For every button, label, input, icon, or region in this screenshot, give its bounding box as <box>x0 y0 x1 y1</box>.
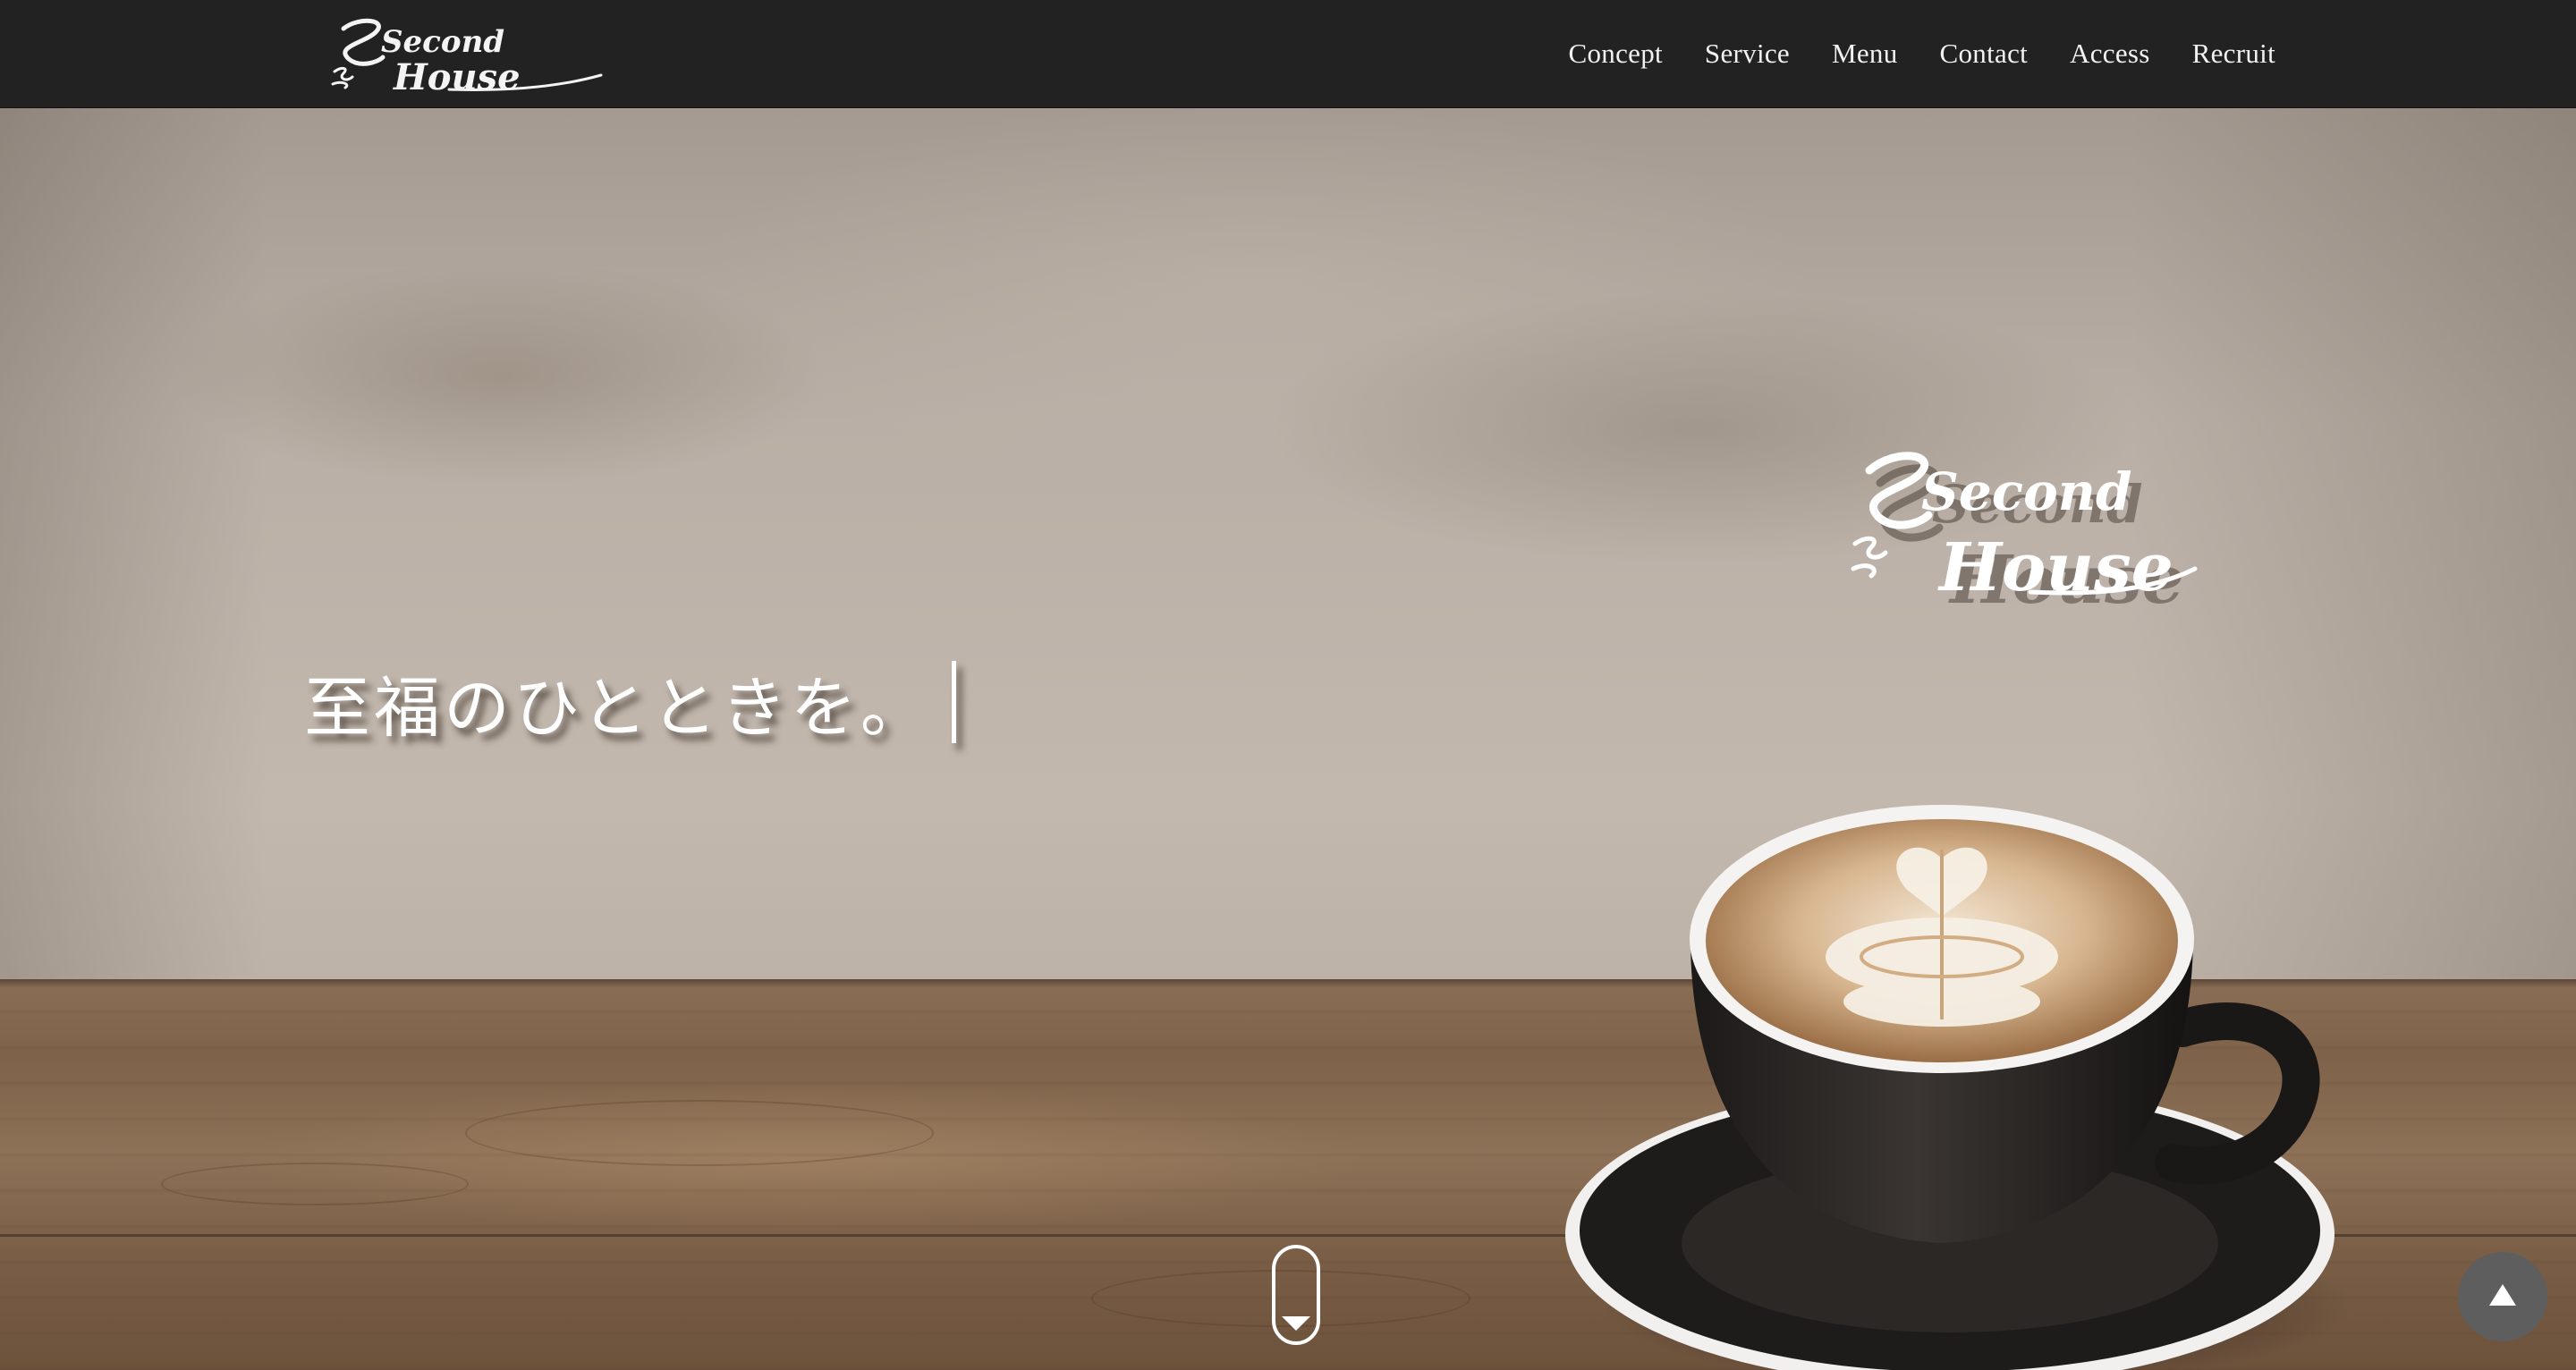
nav-service[interactable]: Service <box>1705 38 1790 70</box>
second-house-hero-logo-icon: Second House Second House <box>1851 452 2198 619</box>
wood-grain <box>465 1100 934 1166</box>
nav-recruit[interactable]: Recruit <box>2192 38 2275 70</box>
wood-grain <box>161 1163 469 1205</box>
hero-logo-word-second: Second <box>1921 461 2132 522</box>
chevron-down-icon <box>1282 1316 1310 1331</box>
second-house-logo-icon: Second House <box>331 18 603 95</box>
nav-contact[interactable]: Contact <box>1940 38 2029 70</box>
typing-caret <box>951 661 956 743</box>
header-logo[interactable]: Second House <box>324 13 610 95</box>
hero-wall-shadow <box>0 107 268 984</box>
hero-section: 至福のひとときを。 Second House Second House <box>0 107 2576 1370</box>
main-nav: Concept Service Menu Contact Access Recr… <box>1527 0 2276 107</box>
logo-word-second: Second <box>381 24 504 60</box>
arrow-up-icon <box>2489 1284 2516 1306</box>
back-to-top-button[interactable] <box>2458 1252 2547 1341</box>
hero-tagline: 至福のひとときを。 <box>304 655 956 750</box>
coffee-cup-image <box>1556 733 2361 1370</box>
hero-tagline-text: 至福のひとときを。 <box>304 670 930 747</box>
nav-access[interactable]: Access <box>2070 38 2150 70</box>
scroll-down-button[interactable] <box>1272 1245 1320 1345</box>
page: Second House Concept Service Menu Contac… <box>0 0 2576 1370</box>
nav-menu[interactable]: Menu <box>1832 38 1898 70</box>
site-header: Second House Concept Service Menu Contac… <box>0 0 2576 108</box>
hero-logo: Second House Second House <box>1834 438 2209 662</box>
nav-concept[interactable]: Concept <box>1569 38 1663 70</box>
